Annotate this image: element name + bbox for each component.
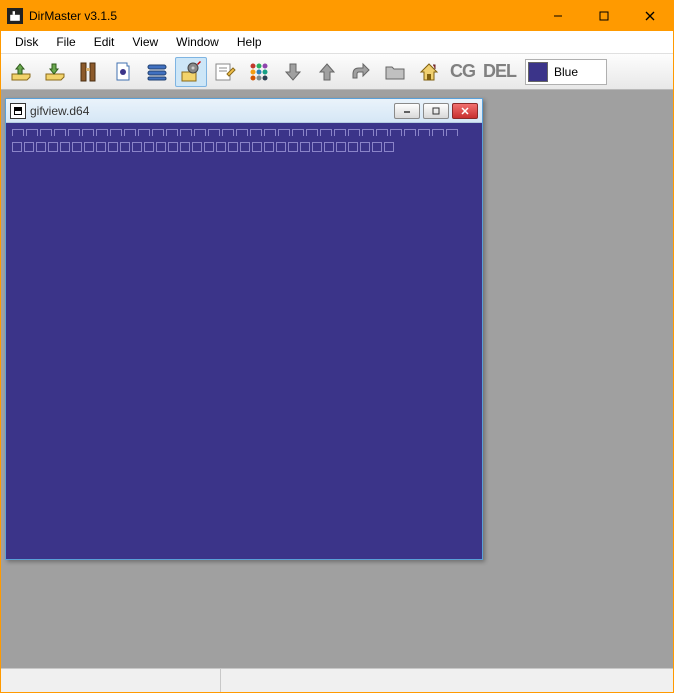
close-icon: [460, 107, 470, 115]
bam-icon: [145, 60, 169, 84]
import-button[interactable]: [73, 57, 105, 87]
disk-operation-icon: [179, 60, 203, 84]
open-arrow-down-icon: [43, 60, 67, 84]
document-maximize-button[interactable]: [423, 103, 449, 119]
close-button[interactable]: [627, 1, 673, 31]
document-title: gifview.d64: [30, 104, 394, 118]
arrow-up-icon: [315, 60, 339, 84]
menu-edit[interactable]: Edit: [86, 33, 123, 51]
colors-grid-button[interactable]: [243, 57, 275, 87]
toolbar: CG DEL Blue: [1, 54, 673, 90]
menu-view[interactable]: View: [124, 33, 166, 51]
mdi-workspace[interactable]: gifview.d64: [1, 90, 673, 668]
house-icon: [417, 60, 441, 84]
minimize-icon: [553, 11, 563, 21]
copy-file-button[interactable]: [107, 57, 139, 87]
color-swatch: [528, 62, 548, 82]
bam-button[interactable]: [141, 57, 173, 87]
menubar: Disk File Edit View Window Help: [1, 31, 673, 54]
titlebar[interactable]: DirMaster v3.1.5: [1, 1, 673, 31]
copy-file-icon: [111, 60, 135, 84]
del-button[interactable]: DEL: [480, 57, 519, 87]
app-icon: [7, 8, 23, 24]
edit-button[interactable]: [209, 57, 241, 87]
edit-icon: [213, 60, 237, 84]
minimize-icon: [402, 107, 412, 115]
maximize-icon: [431, 107, 441, 115]
open-arrow-up-button[interactable]: [5, 57, 37, 87]
directory-row: [12, 142, 476, 152]
minimize-button[interactable]: [535, 1, 581, 31]
menu-window[interactable]: Window: [168, 33, 227, 51]
move-up-button[interactable]: [311, 57, 343, 87]
import-icon: [77, 60, 101, 84]
color-picker[interactable]: Blue: [525, 59, 607, 85]
document-close-button[interactable]: [452, 103, 478, 119]
cg-button[interactable]: CG: [447, 57, 478, 87]
colors-grid-icon: [247, 60, 271, 84]
arrow-down-icon: [281, 60, 305, 84]
menu-file[interactable]: File: [48, 33, 83, 51]
maximize-icon: [599, 11, 609, 21]
open-folder-button[interactable]: [379, 57, 411, 87]
main-window: DirMaster v3.1.5 Disk File Edit View Win…: [0, 0, 674, 693]
menu-disk[interactable]: Disk: [7, 33, 46, 51]
status-cell-right: [221, 669, 673, 692]
document-icon: [10, 103, 26, 119]
directory-view[interactable]: [6, 123, 482, 559]
maximize-button[interactable]: [581, 1, 627, 31]
status-cell-left: [1, 669, 221, 692]
arrow-forward-icon: [349, 60, 373, 84]
menu-help[interactable]: Help: [229, 33, 270, 51]
folder-icon: [383, 60, 407, 84]
app-title: DirMaster v3.1.5: [29, 9, 117, 23]
document-minimize-button[interactable]: [394, 103, 420, 119]
open-arrow-down-button[interactable]: [39, 57, 71, 87]
move-down-button[interactable]: [277, 57, 309, 87]
forward-button[interactable]: [345, 57, 377, 87]
open-arrow-up-icon: [9, 60, 33, 84]
disk-operation-button[interactable]: [175, 57, 207, 87]
house-button[interactable]: [413, 57, 445, 87]
document-titlebar[interactable]: gifview.d64: [6, 99, 482, 123]
document-window[interactable]: gifview.d64: [5, 98, 483, 560]
close-icon: [645, 11, 655, 21]
directory-row: [12, 129, 476, 139]
color-label: Blue: [554, 65, 578, 79]
statusbar: [1, 668, 673, 692]
